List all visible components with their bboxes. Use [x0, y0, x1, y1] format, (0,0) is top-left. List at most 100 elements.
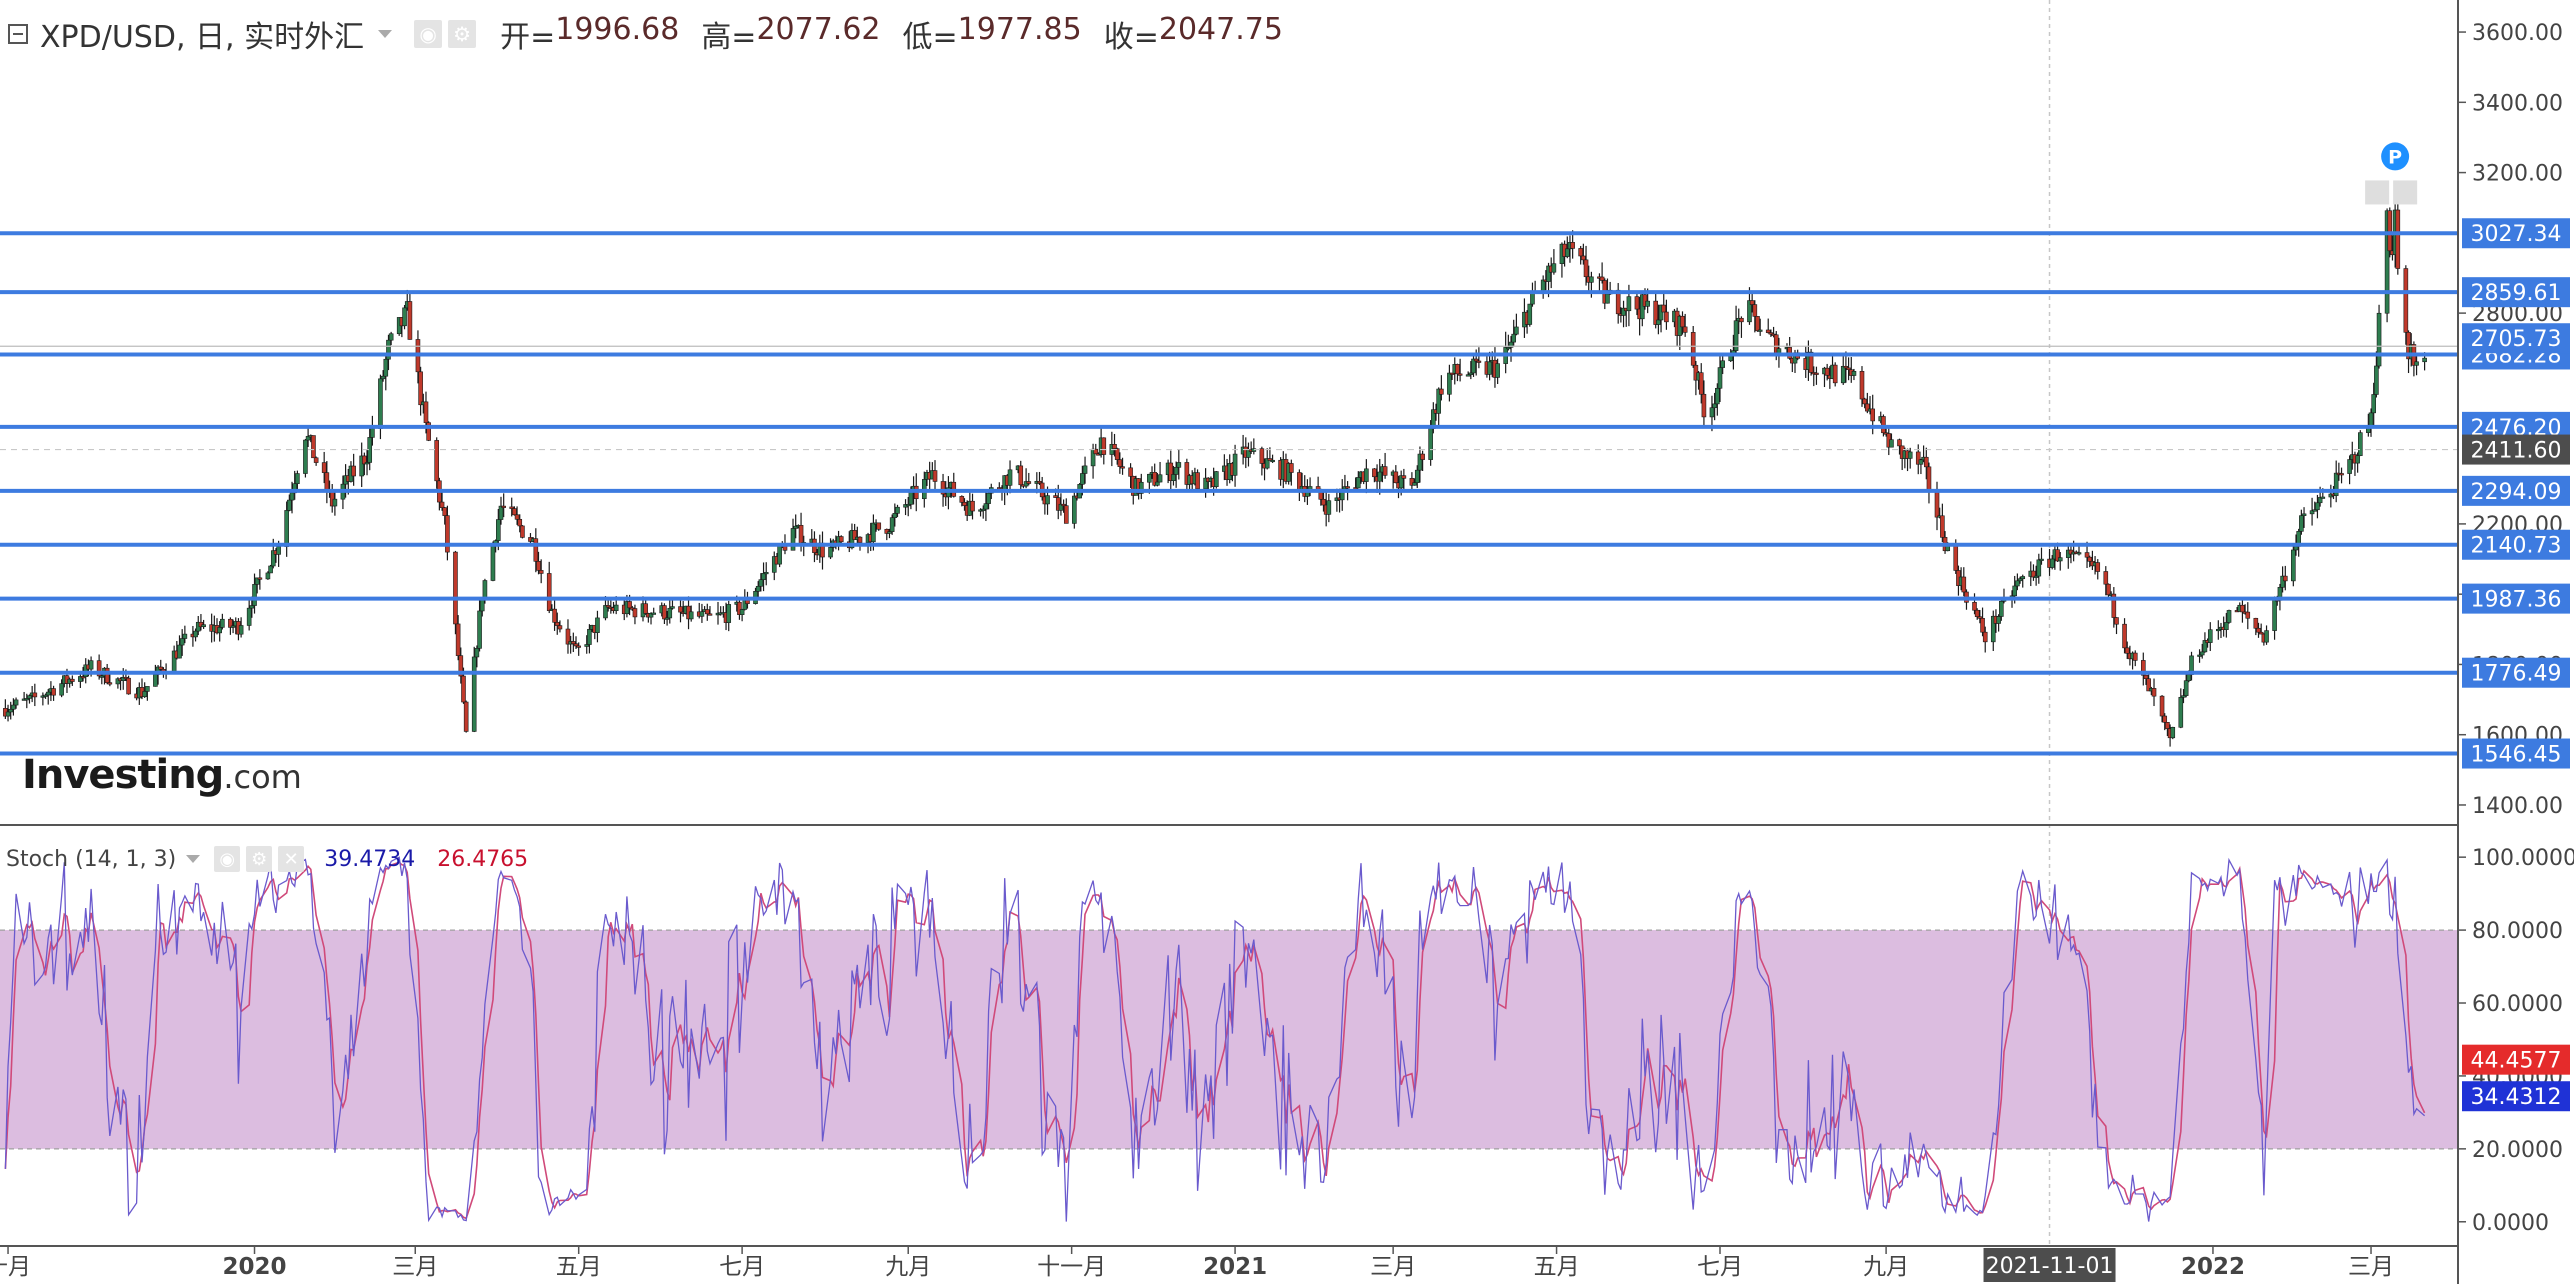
trading-chart[interactable]: P 1400.001600.001800.002000.002200.00280… — [0, 0, 2574, 1284]
candle — [1382, 452, 1388, 479]
candle-body — [179, 638, 185, 646]
chart-canvas[interactable]: P 1400.001600.001800.002000.002200.00280… — [0, 0, 2574, 1284]
candle — [1393, 465, 1399, 484]
candle — [2272, 596, 2277, 640]
candle-body — [1401, 475, 1407, 479]
candle-body — [501, 505, 506, 508]
candle-body — [2017, 578, 2023, 582]
candle-body — [2087, 556, 2093, 562]
candle-body — [790, 528, 796, 551]
candle-body — [520, 525, 525, 538]
candle-body — [158, 666, 164, 670]
candle — [951, 472, 957, 498]
candle-body — [707, 613, 713, 616]
candle — [220, 613, 225, 630]
candle-body — [1120, 466, 1125, 469]
chevron-down-icon[interactable] — [378, 30, 393, 38]
candle-body — [517, 518, 523, 527]
candle-body — [2320, 496, 2326, 499]
candle-body — [201, 624, 206, 628]
candle-body — [45, 691, 51, 696]
candle — [1739, 316, 1744, 338]
candle-body — [1232, 453, 1238, 476]
candle — [2178, 688, 2184, 729]
candle — [678, 598, 683, 623]
candle-body — [514, 514, 520, 520]
stoch-tick-label: 100.0000 — [2472, 846, 2574, 871]
candle — [1139, 473, 1144, 500]
candle-body — [2165, 722, 2170, 729]
candle-body — [970, 500, 975, 512]
candle-body — [1171, 474, 1176, 481]
level-badge: 2859.61 — [2462, 277, 2570, 308]
candle — [1765, 318, 1771, 334]
candle — [329, 484, 335, 513]
candle-body — [1195, 472, 1200, 490]
p-marker-icon: P — [2365, 142, 2418, 205]
candle-body — [2355, 455, 2360, 464]
candle-body — [533, 538, 539, 562]
candle-body — [1214, 471, 1219, 488]
candle-body — [126, 677, 131, 695]
stoch-title[interactable]: Stoch (14, 1, 3) — [6, 847, 176, 872]
current-price-badge-label: 2705.73 — [2471, 327, 2562, 352]
candle-body — [1999, 600, 2004, 617]
symbol-title[interactable]: XPD/USD, 日, 实时外汇 — [40, 12, 364, 56]
candle-body — [2103, 571, 2109, 585]
candle-body — [838, 536, 844, 543]
eye-icon[interactable]: ◉ — [214, 846, 241, 872]
candle — [2001, 588, 2007, 604]
candle-body — [1870, 408, 1876, 422]
gear-icon[interactable]: ⚙ — [448, 20, 477, 48]
close-icon[interactable]: ✕ — [278, 846, 305, 872]
chevron-down-icon[interactable] — [186, 855, 201, 863]
candle — [699, 603, 705, 623]
candle — [1846, 357, 1851, 381]
level-badge-label: 2859.61 — [2471, 281, 2562, 306]
candle-body — [1605, 293, 1610, 304]
candle-body — [2199, 651, 2205, 656]
level-badge-label: 3027.34 — [2471, 222, 2562, 247]
candle-body — [107, 682, 113, 685]
candle-body — [1972, 602, 1977, 611]
candle-body — [295, 473, 300, 484]
candle-body — [1321, 498, 1326, 506]
candle — [662, 603, 667, 624]
crosshair-date-label: 2021-11-01 — [1986, 1254, 2114, 1279]
candle-body — [2183, 680, 2189, 696]
level-badge-label: 1987.36 — [2471, 588, 2562, 613]
candle-body — [2224, 622, 2229, 630]
candle-body — [423, 401, 429, 423]
candle — [171, 645, 177, 672]
candle-body — [1147, 473, 1152, 483]
candle-body — [755, 585, 761, 592]
candle — [1176, 449, 1182, 480]
candle-body — [2207, 629, 2213, 643]
candle-body — [1514, 326, 1519, 335]
gear-icon[interactable]: ⚙ — [246, 846, 273, 872]
candle-body — [571, 641, 576, 645]
candle — [1315, 476, 1321, 490]
candle-body — [142, 691, 147, 698]
candle-body — [1583, 259, 1589, 278]
candle-body — [1007, 469, 1013, 486]
candle-body — [321, 462, 327, 473]
candle — [1733, 305, 1739, 357]
eye-icon[interactable]: ◉ — [414, 20, 443, 48]
price-tick-label: 3200.00 — [2472, 162, 2563, 187]
candle-body — [1749, 300, 1755, 305]
candle-body — [2414, 361, 2419, 366]
candle-body — [1412, 482, 1417, 486]
candle — [2207, 622, 2213, 652]
candle — [1940, 503, 1945, 543]
candle-body — [1487, 361, 1492, 375]
candle-body — [496, 519, 501, 541]
candle-body — [1072, 495, 1077, 524]
candle-body — [2122, 623, 2127, 649]
candle-body — [1527, 303, 1533, 325]
candle — [238, 617, 244, 638]
collapse-icon[interactable] — [8, 24, 28, 44]
candle-body — [1709, 407, 1715, 418]
candle-body — [892, 513, 898, 518]
candle-body — [27, 695, 32, 699]
